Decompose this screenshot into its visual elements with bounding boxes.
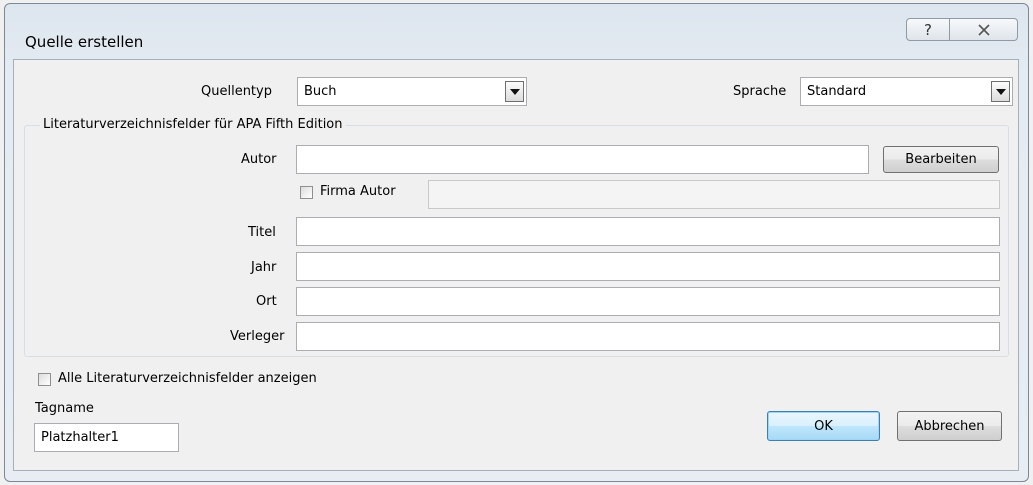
language-select[interactable]: Standard xyxy=(800,77,1013,106)
show-all-fields-label: Alle Literaturverzeichnisfelder anzeigen xyxy=(58,371,317,386)
help-icon: ? xyxy=(924,20,932,39)
author-label: Autor xyxy=(241,152,277,167)
title-input[interactable] xyxy=(296,217,1000,246)
language-value: Standard xyxy=(807,84,867,99)
language-label: Sprache xyxy=(733,84,787,99)
city-label: Ort xyxy=(256,294,277,309)
show-all-fields-checkbox[interactable] xyxy=(38,373,51,386)
source-type-dropdown-button[interactable] xyxy=(505,81,524,102)
help-button[interactable]: ? xyxy=(906,18,950,41)
corporate-author-checkbox[interactable] xyxy=(300,186,313,199)
close-button[interactable] xyxy=(950,18,1018,41)
tag-name-label: Tagname xyxy=(35,401,94,416)
title-label: Titel xyxy=(248,225,276,240)
caption-buttons: ? xyxy=(906,18,1018,43)
tag-name-input[interactable] xyxy=(34,423,179,452)
publisher-input[interactable] xyxy=(296,322,1000,351)
ok-button[interactable]: OK xyxy=(767,411,880,441)
chevron-down-icon xyxy=(995,88,1006,95)
chevron-down-icon xyxy=(509,88,520,95)
city-input[interactable] xyxy=(296,287,1000,316)
year-input[interactable] xyxy=(296,252,1000,281)
edit-author-button[interactable]: Bearbeiten xyxy=(883,146,999,173)
publisher-label: Verleger xyxy=(230,329,285,344)
source-type-label: Quellentyp xyxy=(201,84,272,99)
source-type-value: Buch xyxy=(304,84,337,99)
author-input[interactable] xyxy=(296,145,869,174)
corporate-author-input[interactable] xyxy=(428,180,1000,209)
dialog-title: Quelle erstellen xyxy=(25,33,144,51)
source-type-select[interactable]: Buch xyxy=(297,77,527,106)
close-icon xyxy=(977,23,990,36)
cancel-button[interactable]: Abbrechen xyxy=(897,411,1002,441)
year-label: Jahr xyxy=(251,260,277,275)
corporate-author-label: Firma Autor xyxy=(320,184,396,199)
group-legend: Literaturverzeichnisfelder für APA Fifth… xyxy=(40,117,346,132)
language-dropdown-button[interactable] xyxy=(991,81,1010,102)
